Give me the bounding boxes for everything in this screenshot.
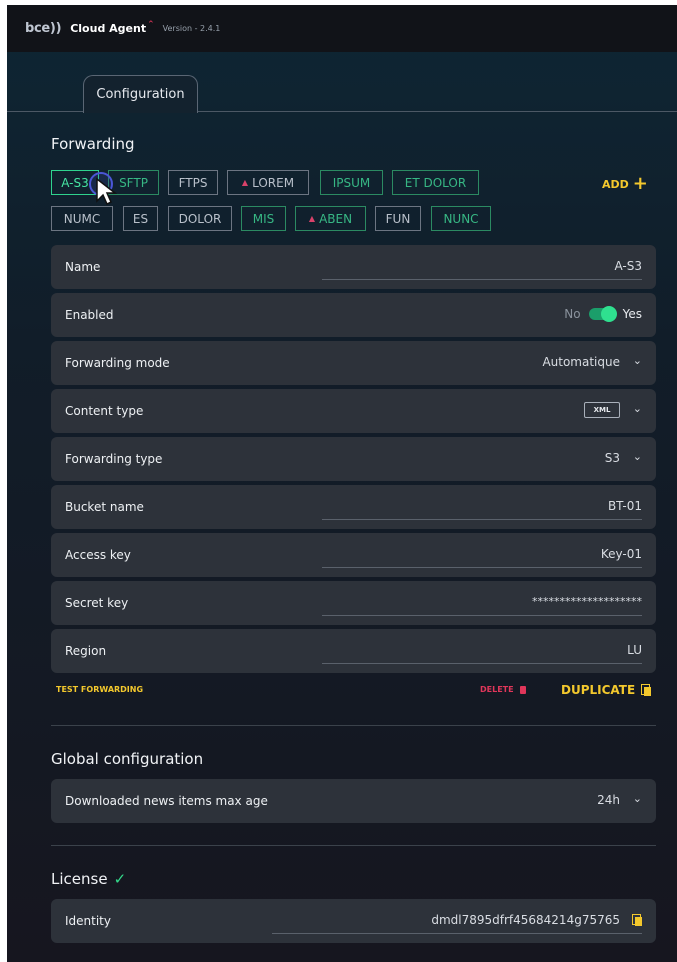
field-bucket-name: Bucket name BT-01 — [51, 485, 656, 529]
app-name-mark-icon: ⌃ — [147, 19, 155, 30]
license-title: License — [51, 870, 108, 888]
field-name: Name A-S3 — [51, 245, 656, 289]
test-forwarding-button[interactable]: TEST FORWARDING — [56, 685, 143, 694]
input-underline — [272, 933, 642, 934]
field-max-age[interactable]: Downloaded news items max age 24h ⌄ — [51, 779, 656, 823]
field-label: Name — [65, 260, 101, 274]
field-label: Secret key — [65, 596, 129, 610]
global-configuration-title: Global configuration — [51, 750, 204, 768]
name-input[interactable]: A-S3 — [614, 259, 642, 273]
forwarding-chip-ftps[interactable]: FTPS — [168, 170, 218, 195]
add-label: ADD — [602, 177, 629, 191]
enabled-toggle-group: No Yes — [564, 306, 642, 322]
field-label: Bucket name — [65, 500, 144, 514]
access-key-input[interactable]: Key-01 — [601, 547, 642, 561]
app-window: bce)) Cloud Agent ⌃ Version - 2.4.1 Conf… — [7, 5, 677, 962]
plus-icon: + — [632, 173, 648, 194]
copy-icon — [641, 684, 652, 696]
chip-label: LOREM — [252, 175, 295, 190]
license-title-group: License ✓ — [51, 870, 126, 888]
forwarding-chip-dolor[interactable]: DOLOR — [168, 206, 232, 231]
check-icon: ✓ — [113, 870, 127, 888]
toggle-off-label: No — [564, 307, 581, 321]
field-label: Identity — [65, 914, 111, 928]
field-access-key: Access key Key-01 — [51, 533, 656, 577]
chevron-down-icon[interactable]: ⌄ — [633, 402, 642, 415]
forwarding-chip-numc[interactable]: NUMC — [51, 206, 113, 231]
forwarding-type-select[interactable]: S3 — [605, 451, 620, 465]
field-label: Region — [65, 644, 107, 658]
toggle-knob — [600, 306, 617, 322]
chip-label: ABEN — [319, 211, 353, 226]
input-underline — [322, 519, 642, 520]
field-label: Forwarding mode — [65, 356, 170, 370]
forwarding-chip-lorem[interactable]: ▲ LOREM — [227, 170, 309, 195]
forwarding-chip-ipsum[interactable]: IPSUM — [320, 170, 383, 195]
max-age-select[interactable]: 24h — [597, 793, 620, 807]
chevron-down-icon[interactable]: ⌄ — [633, 450, 642, 463]
app-name: Cloud Agent — [70, 22, 147, 35]
field-identity: Identity dmdl7895dfrf45684214g75765 — [51, 899, 656, 943]
title-bar: bce)) Cloud Agent ⌃ Version - 2.4.1 — [7, 5, 677, 52]
warning-triangle-icon: ▲ — [241, 178, 249, 187]
section-divider — [51, 725, 656, 726]
field-label: Downloaded news items max age — [65, 794, 268, 808]
field-label: Access key — [65, 548, 131, 562]
forwarding-chip-et-dolor[interactable]: ET DOLOR — [392, 170, 479, 195]
input-underline — [322, 615, 642, 616]
region-input[interactable]: LU — [627, 643, 642, 657]
field-forwarding-mode[interactable]: Forwarding mode Automatique ⌄ — [51, 341, 656, 385]
field-label: Forwarding type — [65, 452, 163, 466]
forwarding-chip-es[interactable]: ES — [123, 206, 158, 231]
field-secret-key: Secret key ******************** — [51, 581, 656, 625]
delete-button[interactable]: DELETE — [480, 685, 526, 694]
forwarding-chip-fun[interactable]: FUN — [375, 206, 421, 231]
warning-triangle-icon: ▲ — [308, 214, 316, 223]
input-underline — [322, 279, 642, 280]
identity-value: dmdl7895dfrf45684214g75765 — [431, 913, 620, 927]
forwarding-chip-nunc[interactable]: NUNC — [431, 206, 491, 231]
input-underline — [322, 567, 642, 568]
bucket-name-input[interactable]: BT-01 — [608, 499, 642, 513]
content-type-select[interactable]: XML — [584, 402, 620, 418]
mouse-pointer-icon — [96, 177, 117, 206]
input-underline — [322, 663, 642, 664]
field-label: Content type — [65, 404, 144, 418]
add-forwarding-button[interactable]: ADD + — [602, 175, 648, 193]
enabled-toggle[interactable] — [588, 306, 617, 322]
forwarding-chip-mis[interactable]: MIS — [241, 206, 286, 231]
duplicate-button[interactable]: DUPLICATE — [561, 683, 652, 697]
toggle-on-label: Yes — [622, 307, 642, 321]
forwarding-title: Forwarding — [51, 135, 135, 153]
delete-label: DELETE — [480, 685, 514, 694]
field-content-type[interactable]: Content type XML ⌄ — [51, 389, 656, 433]
section-divider — [51, 845, 656, 846]
field-enabled: Enabled No Yes — [51, 293, 656, 337]
copy-icon[interactable] — [632, 914, 642, 926]
secret-key-input[interactable]: ******************** — [532, 595, 642, 608]
app-version: Version - 2.4.1 — [162, 24, 221, 33]
chevron-down-icon[interactable]: ⌄ — [633, 792, 642, 805]
app-logo: bce)) — [25, 21, 62, 36]
tab-configuration[interactable]: Configuration — [83, 75, 198, 113]
duplicate-label: DUPLICATE — [561, 683, 636, 697]
field-region: Region LU — [51, 629, 656, 673]
field-label: Enabled — [65, 308, 114, 322]
forwarding-mode-select[interactable]: Automatique — [542, 355, 620, 369]
field-forwarding-type[interactable]: Forwarding type S3 ⌄ — [51, 437, 656, 481]
trash-icon — [519, 685, 526, 694]
forwarding-chip-aben[interactable]: ▲ ABEN — [295, 206, 366, 231]
chevron-down-icon[interactable]: ⌄ — [633, 354, 642, 367]
